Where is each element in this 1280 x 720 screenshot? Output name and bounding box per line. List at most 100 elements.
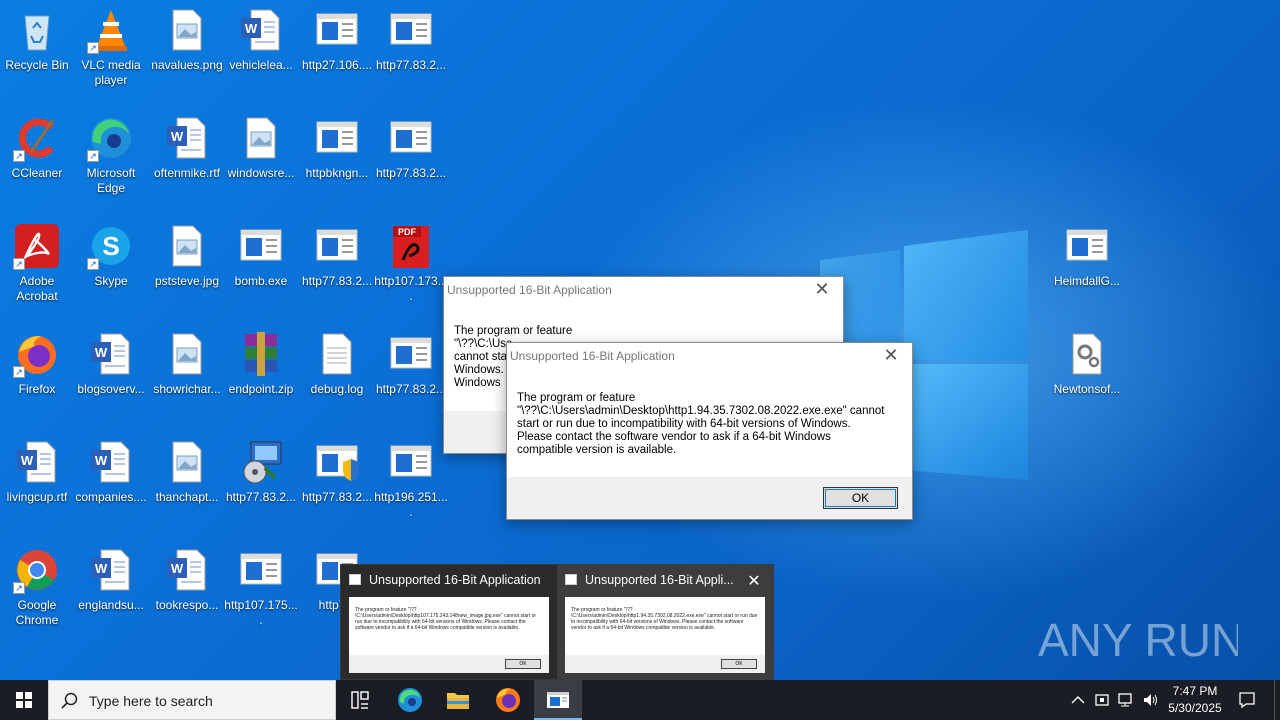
desktop-icon[interactable]: http196.251.... (374, 438, 448, 538)
dialog-titlebar[interactable]: Unsupported 16-Bit Application ✕ (507, 343, 912, 373)
desktop-icon[interactable]: PDF http107.173.... (374, 222, 448, 322)
shortcut-arrow-icon: ↗ (13, 258, 25, 270)
exe-window-icon (1063, 222, 1111, 270)
desktop-icon-label: bomb.exe (234, 274, 288, 288)
desktop-icon-label: englandsu... (78, 598, 144, 612)
exe-window-icon (387, 330, 435, 378)
taskbar-edge[interactable] (386, 680, 434, 720)
desktop-icon[interactable]: HeimdallG... (1050, 222, 1124, 322)
svg-text:W: W (95, 453, 108, 468)
taskbar-thumbnail-preview[interactable]: Unsupported 16-Bit Application The progr… (340, 564, 774, 680)
desktop-icon-label: VLC media player (81, 58, 141, 87)
word-doc-icon: W (87, 330, 135, 378)
chevron-up-icon[interactable] (1070, 692, 1086, 708)
desktop-icon[interactable]: ↗ CCleaner (0, 114, 74, 214)
desktop[interactable]: Recycle Bin ↗ VLC media player navalues.png… (0, 0, 1280, 680)
close-icon[interactable]: ✕ (878, 345, 904, 366)
shortcut-arrow-icon: ↗ (87, 258, 99, 270)
desktop-icon[interactable]: showrichar... (150, 330, 224, 430)
taskbar-file-explorer[interactable] (434, 680, 482, 720)
exe-window-icon (387, 438, 435, 486)
desktop-icon[interactable]: Wvehiclelea... (224, 6, 298, 106)
desktop-icon[interactable]: Wenglandsu... (74, 546, 148, 646)
desktop-icon[interactable]: http107.175.... (224, 546, 298, 646)
word-doc-icon: W (163, 114, 211, 162)
desktop-icon[interactable]: ↗ Google Chrome (0, 546, 74, 646)
desktop-icon[interactable]: pststeve.jpg (150, 222, 224, 322)
desktop-icon[interactable]: http77.83.2... (300, 222, 374, 322)
desktop-icon[interactable]: ↗ VLC media player (74, 6, 148, 106)
dialog-message: The program or feature "\??\C:\Users\adm… (517, 392, 892, 457)
svg-text:W: W (171, 561, 184, 576)
desktop-icon[interactable]: http77.83.2... (224, 438, 298, 538)
start-button[interactable] (0, 680, 48, 720)
task-view-button[interactable] (336, 680, 384, 720)
thumbnail-ok: OK (505, 659, 541, 669)
security-icon[interactable] (1094, 692, 1110, 708)
desktop-icon[interactable]: http77.83.2... (374, 330, 448, 430)
taskbar-dialog-window[interactable] (534, 680, 582, 720)
desktop-icon[interactable]: windowsre... (224, 114, 298, 214)
desktop-icon[interactable]: Recycle Bin (0, 6, 74, 106)
dialog-titlebar[interactable]: Unsupported 16-Bit Application ✕ (444, 277, 843, 307)
desktop-icon[interactable]: Woftenmike.rtf (150, 114, 224, 214)
desktop-icon[interactable]: Wlivingcup.rtf (0, 438, 74, 538)
exe-window-icon (313, 114, 361, 162)
message-line: compatible version is available. (517, 444, 677, 456)
desktop-icon-label: tookrespo... (155, 598, 219, 612)
desktop-icon[interactable]: Wblogsoverv... (74, 330, 148, 430)
desktop-icon-label: Firefox (18, 382, 56, 396)
dialog-footer: OK (507, 477, 912, 519)
desktop-icon-label: http107.175.... (224, 598, 298, 627)
system-clock[interactable]: 7:47 PM 5/30/2025 (1162, 683, 1228, 717)
desktop-icon[interactable]: http77.83.2... (300, 438, 374, 538)
desktop-icon[interactable]: thanchapt... (150, 438, 224, 538)
thumbnail-window-1[interactable]: Unsupported 16-Bit Application The progr… (341, 565, 557, 680)
show-desktop-button[interactable] (1274, 680, 1280, 720)
desktop-icon-label: Newtonsof... (1053, 382, 1121, 396)
image-file-icon (163, 330, 211, 378)
desktop-icon-label: debug.log (310, 382, 364, 396)
desktop-icon[interactable]: S ↗ Skype (74, 222, 148, 322)
desktop-icon[interactable]: debug.log (300, 330, 374, 430)
desktop-icon-label: endpoint.zip (228, 382, 294, 396)
desktop-icon[interactable]: Wtookrespo... (150, 546, 224, 646)
desktop-icon[interactable]: Newtonsof... (1050, 330, 1124, 430)
exe-window-icon (237, 546, 285, 594)
pdf-file-icon: PDF (387, 222, 435, 270)
dialog-unsupported-16bit-front[interactable]: Unsupported 16-Bit Application ✕ The pro… (506, 342, 913, 520)
message-line: The program or feature (517, 392, 636, 404)
desktop-icon[interactable]: bomb.exe (224, 222, 298, 322)
desktop-icon[interactable]: http77.83.2... (374, 114, 448, 214)
clock-time: 7:47 PM (1172, 684, 1218, 698)
folder-icon (447, 693, 469, 709)
desktop-icon-label: blogsoverv... (77, 382, 145, 396)
network-icon[interactable] (1118, 692, 1134, 708)
exe-shield-icon (313, 438, 361, 486)
desktop-icon[interactable]: Wcompanies.... (74, 438, 148, 538)
close-icon[interactable]: ✕ (743, 571, 765, 591)
thumbnail-window-2[interactable]: Unsupported 16-Bit Appli... The program … (557, 565, 773, 680)
desktop-icon-label: CCleaner (11, 166, 63, 180)
desktop-icon-label: companies.... (75, 490, 147, 504)
desktop-icon[interactable]: navalues.png (150, 6, 224, 106)
notification-icon[interactable] (1238, 691, 1256, 709)
exe-window-icon (237, 222, 285, 270)
thumbnail-title: Unsupported 16-Bit Application (369, 573, 541, 587)
desktop-icon[interactable]: ↗ Firefox (0, 330, 74, 430)
desktop-icon[interactable]: http27.106.... (300, 6, 374, 106)
taskbar-firefox[interactable] (484, 680, 532, 720)
word-doc-icon: W (163, 546, 211, 594)
desktop-icon[interactable]: httpbkngn... (300, 114, 374, 214)
volume-icon[interactable] (1142, 692, 1160, 708)
close-icon[interactable]: ✕ (809, 279, 835, 300)
desktop-icon[interactable]: http77.83.2... (374, 6, 448, 106)
desktop-icon[interactable]: ↗ Microsoft Edge (74, 114, 148, 214)
desktop-icon-label: Adobe Acrobat (16, 274, 58, 303)
desktop-icon[interactable]: ↗ Adobe Acrobat (0, 222, 74, 322)
shortcut-arrow-icon: ↗ (87, 150, 99, 162)
search-box[interactable]: Type here to search (48, 680, 336, 720)
ok-button[interactable]: OK (823, 487, 898, 509)
desktop-icon[interactable]: endpoint.zip (224, 330, 298, 430)
exe-window-icon (313, 222, 361, 270)
